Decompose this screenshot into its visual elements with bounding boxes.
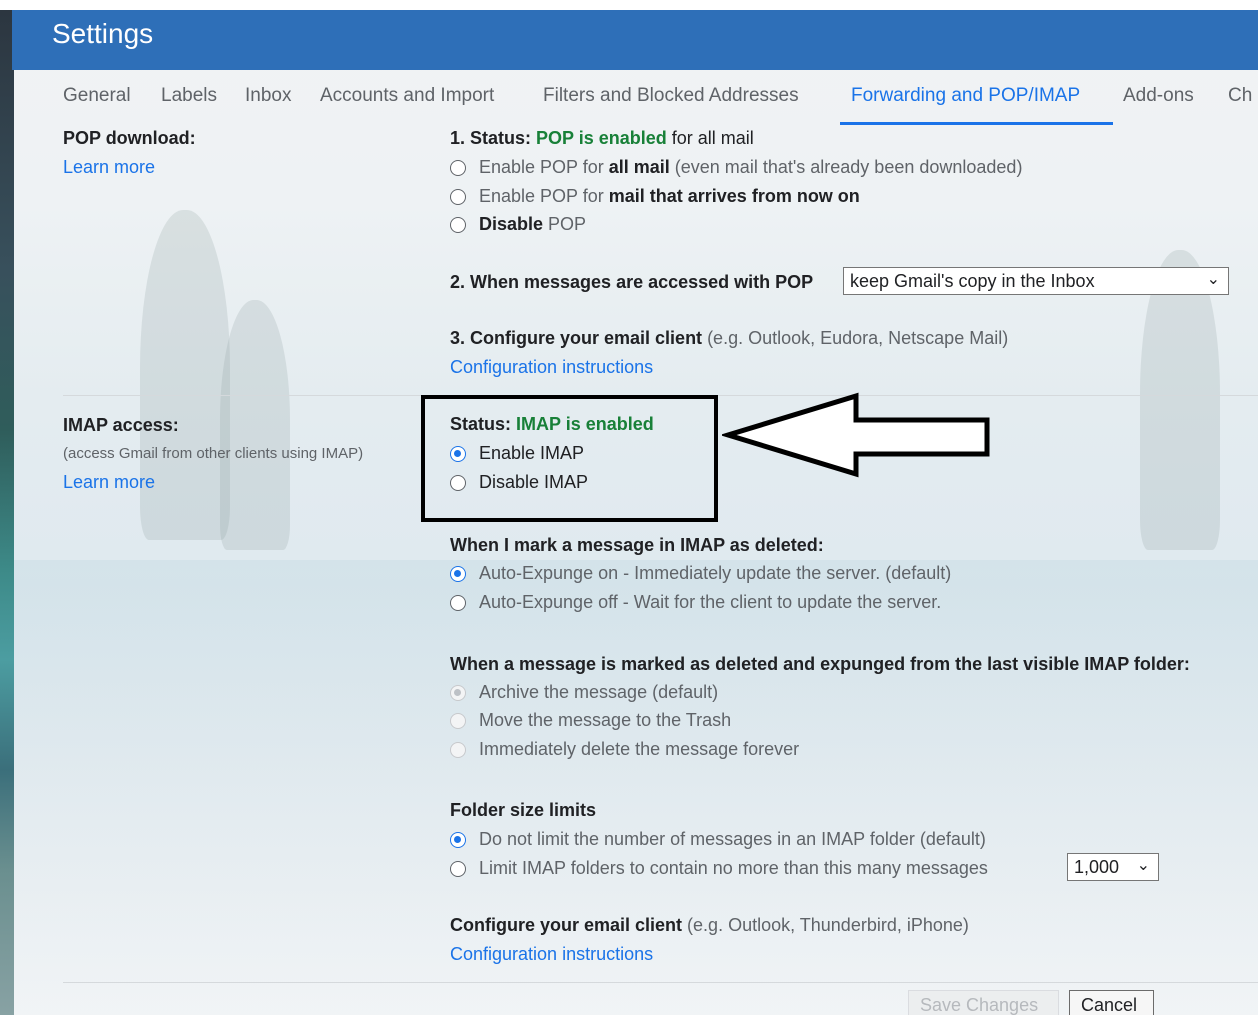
imap-expunged-heading: When a message is marked as deleted and … — [450, 654, 1190, 674]
background-tree — [220, 300, 290, 550]
pop-enable-all-label[interactable]: Enable POP for all mail (even mail that'… — [479, 157, 1022, 178]
pop-enable-all-radio[interactable] — [450, 160, 466, 176]
auto-expunge-on-label[interactable]: Auto-Expunge on - Immediately update the… — [479, 563, 951, 584]
imap-configure-rest: (e.g. Outlook, Thunderbird, iPhone) — [682, 915, 969, 935]
save-changes-button[interactable]: Save Changes — [908, 990, 1059, 1015]
chevron-down-icon: ⌄ — [1206, 271, 1220, 288]
background-left-strip — [0, 10, 14, 1015]
window-top-edge — [0, 0, 1258, 10]
pop-configure-text: 3. Configure your email client (e.g. Out… — [450, 328, 1008, 349]
chevron-down-icon: ⌄ — [1136, 857, 1150, 874]
imap-learn-more-link[interactable]: Learn more — [63, 472, 155, 493]
tab-labels[interactable]: Labels — [161, 85, 217, 107]
pop-status-value: POP is enabled — [536, 128, 667, 148]
active-tab-indicator — [840, 122, 1113, 125]
auto-expunge-off-radio[interactable] — [450, 595, 466, 611]
imap-description: (access Gmail from other clients using I… — [63, 445, 364, 462]
pop-status-prefix: 1. Status: — [450, 128, 537, 148]
tab-chat[interactable]: Ch — [1228, 85, 1252, 107]
imap-configure-text: Configure your email client (e.g. Outloo… — [450, 915, 969, 936]
move-to-trash-label[interactable]: Move the message to the Trash — [479, 710, 731, 731]
pop-heading: POP download: — [63, 128, 196, 148]
pop-enable-now-label[interactable]: Enable POP for mail that arrives from no… — [479, 186, 860, 207]
pop-learn-more-link[interactable]: Learn more — [63, 157, 155, 178]
archive-message-radio[interactable] — [450, 685, 466, 701]
pop-configure-bold: 3. Configure your email client — [450, 328, 703, 348]
tab-inbox[interactable]: Inbox — [245, 85, 291, 107]
tab-general[interactable]: General — [63, 85, 131, 107]
annotation-highlight-box — [421, 395, 718, 522]
pop-status: 1. Status: POP is enabled for all mail — [450, 128, 754, 149]
pop-enable-now-radio[interactable] — [450, 189, 466, 205]
settings-tabs: General Labels Inbox Accounts and Import… — [63, 85, 1258, 125]
pop-access-select[interactable]: keep Gmail's copy in the Inbox ⌄ — [843, 267, 1229, 295]
pop-status-suffix: for all mail — [666, 128, 754, 148]
background-tree — [1140, 250, 1220, 550]
move-to-trash-radio[interactable] — [450, 713, 466, 729]
folder-size-heading: Folder size limits — [450, 800, 597, 820]
pop-option-bold-text: mail that arrives from now on — [608, 186, 860, 206]
delete-forever-radio[interactable] — [450, 742, 466, 758]
pop-disable-label[interactable]: Disable POP — [479, 214, 586, 235]
pop-access-select-value: keep Gmail's copy in the Inbox — [850, 271, 1095, 291]
cancel-button[interactable]: Cancel — [1069, 990, 1154, 1015]
pop-configuration-instructions-link[interactable]: Configuration instructions — [450, 357, 653, 378]
limit-folder-label[interactable]: Limit IMAP folders to contain no more th… — [479, 858, 988, 879]
arrow-left-icon — [722, 392, 990, 478]
settings-header-bar — [12, 10, 1258, 70]
footer-divider — [63, 982, 1258, 983]
folder-limit-select-value: 1,000 — [1074, 857, 1120, 877]
tab-accounts-and-import[interactable]: Accounts and Import — [320, 85, 494, 107]
imap-deleted-heading: When I mark a message in IMAP as deleted… — [450, 535, 824, 555]
pop-option-bold-text: all mail — [608, 157, 670, 177]
no-folder-limit-label[interactable]: Do not limit the number of messages in a… — [479, 829, 986, 850]
tab-add-ons[interactable]: Add-ons — [1123, 85, 1194, 107]
archive-message-label[interactable]: Archive the message (default) — [479, 682, 718, 703]
pop-option-text: POP — [543, 214, 587, 234]
no-folder-limit-radio[interactable] — [450, 832, 466, 848]
pop-access-label: 2. When messages are accessed with POP — [450, 272, 814, 292]
delete-forever-label[interactable]: Immediately delete the message forever — [479, 739, 799, 760]
pop-option-bold-text: Disable — [479, 214, 544, 234]
tab-filters-and-blocked-addresses[interactable]: Filters and Blocked Addresses — [543, 85, 799, 107]
pop-option-text: Enable POP for — [479, 186, 609, 206]
limit-folder-radio[interactable] — [450, 861, 466, 877]
pop-configure-rest: (e.g. Outlook, Eudora, Netscape Mail) — [702, 328, 1009, 348]
imap-configure-bold: Configure your email client — [450, 915, 683, 935]
imap-configuration-instructions-link[interactable]: Configuration instructions — [450, 944, 653, 965]
pop-disable-radio[interactable] — [450, 217, 466, 233]
pop-option-text: Enable POP for — [479, 157, 609, 177]
page-title: Settings — [52, 18, 154, 49]
folder-limit-select[interactable]: 1,000 ⌄ — [1067, 853, 1159, 881]
auto-expunge-on-radio[interactable] — [450, 566, 466, 582]
pop-option-text: (even mail that's already been downloade… — [669, 157, 1023, 177]
imap-heading: IMAP access: — [63, 415, 179, 435]
tab-forwarding-and-pop-imap[interactable]: Forwarding and POP/IMAP — [851, 85, 1080, 107]
auto-expunge-off-label[interactable]: Auto-Expunge off - Wait for the client t… — [479, 592, 941, 613]
